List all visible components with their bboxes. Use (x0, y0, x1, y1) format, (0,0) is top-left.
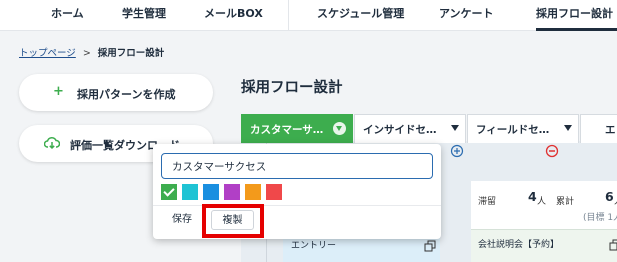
color-swatch-green[interactable] (161, 184, 177, 200)
create-pattern-button[interactable]: + 採用パターンを作成 (19, 74, 213, 111)
nav-students[interactable]: 学生管理 (122, 0, 166, 31)
stay-count: 4 (528, 189, 537, 204)
remove-stage-icon[interactable] (545, 144, 565, 164)
event-label: 会社説明会【予約】 (478, 240, 560, 250)
create-pattern-label: 採用パターンを作成 (77, 88, 176, 101)
copy-icon-event[interactable] (609, 239, 617, 254)
tab-pattern-inside-sales[interactable]: インサイドセ… (354, 114, 466, 143)
page-title: 採用フロー設計 (241, 80, 343, 96)
entry-stage-label: エントリー (291, 241, 337, 251)
color-swatch-cyan[interactable] (182, 184, 198, 200)
tab-pattern-field-sales[interactable]: フィールドセ… (467, 114, 579, 143)
color-swatch-purple[interactable] (224, 184, 240, 200)
nav-survey[interactable]: アンケート (439, 0, 494, 31)
breadcrumb-separator: > (82, 48, 91, 59)
breadcrumb-home-link[interactable]: トップページ (19, 48, 76, 59)
save-button[interactable]: 保存 (163, 208, 201, 232)
plus-icon: + (53, 84, 64, 99)
chevron-down-icon[interactable] (333, 122, 346, 135)
tab-label: カスタマーサ… (250, 124, 324, 136)
breadcrumb: トップページ > 採用フロー設計 (19, 45, 164, 59)
duplicate-button[interactable]: 複製 (211, 210, 254, 230)
top-nav: ホーム 学生管理 メールBOX スケジュール管理 アンケート 採用フロー設計 (0, 0, 617, 31)
nav-mailbox[interactable]: メールBOX (204, 0, 263, 31)
total-label: 累計 (556, 197, 575, 207)
tab-label: フィールドセ… (476, 124, 550, 136)
tab-pattern-more[interactable]: エ (580, 114, 617, 143)
tab-label: インサイドセ… (363, 124, 437, 136)
add-stage-icon[interactable] (450, 144, 470, 164)
nav-home[interactable]: ホーム (51, 0, 84, 31)
copy-icon[interactable] (424, 240, 436, 255)
total-count: 6 (605, 189, 614, 204)
nav-active-indicator (536, 28, 617, 31)
nav-schedule[interactable]: スケジュール管理 (317, 0, 404, 31)
popover-divider (153, 205, 441, 206)
cloud-download-icon (43, 136, 61, 153)
tab-label: エ (605, 124, 616, 136)
breadcrumb-current: 採用フロー設計 (97, 48, 165, 59)
nav-recruit-flow[interactable]: 採用フロー設計 (536, 0, 613, 31)
nav-divider (288, 0, 289, 31)
color-swatch-orange[interactable] (245, 184, 261, 200)
chevron-down-icon (451, 125, 459, 131)
color-swatch-red[interactable] (266, 184, 282, 200)
tab-pattern-customer-success[interactable]: カスタマーサ… (241, 114, 353, 143)
chevron-down-icon (564, 125, 572, 131)
stay-label: 滞留 (478, 197, 497, 207)
target-note: (目標 1人 (583, 213, 617, 223)
stay-unit: 人 (537, 197, 547, 207)
pattern-name-input[interactable] (161, 153, 433, 179)
color-swatch-blue[interactable] (203, 184, 219, 200)
